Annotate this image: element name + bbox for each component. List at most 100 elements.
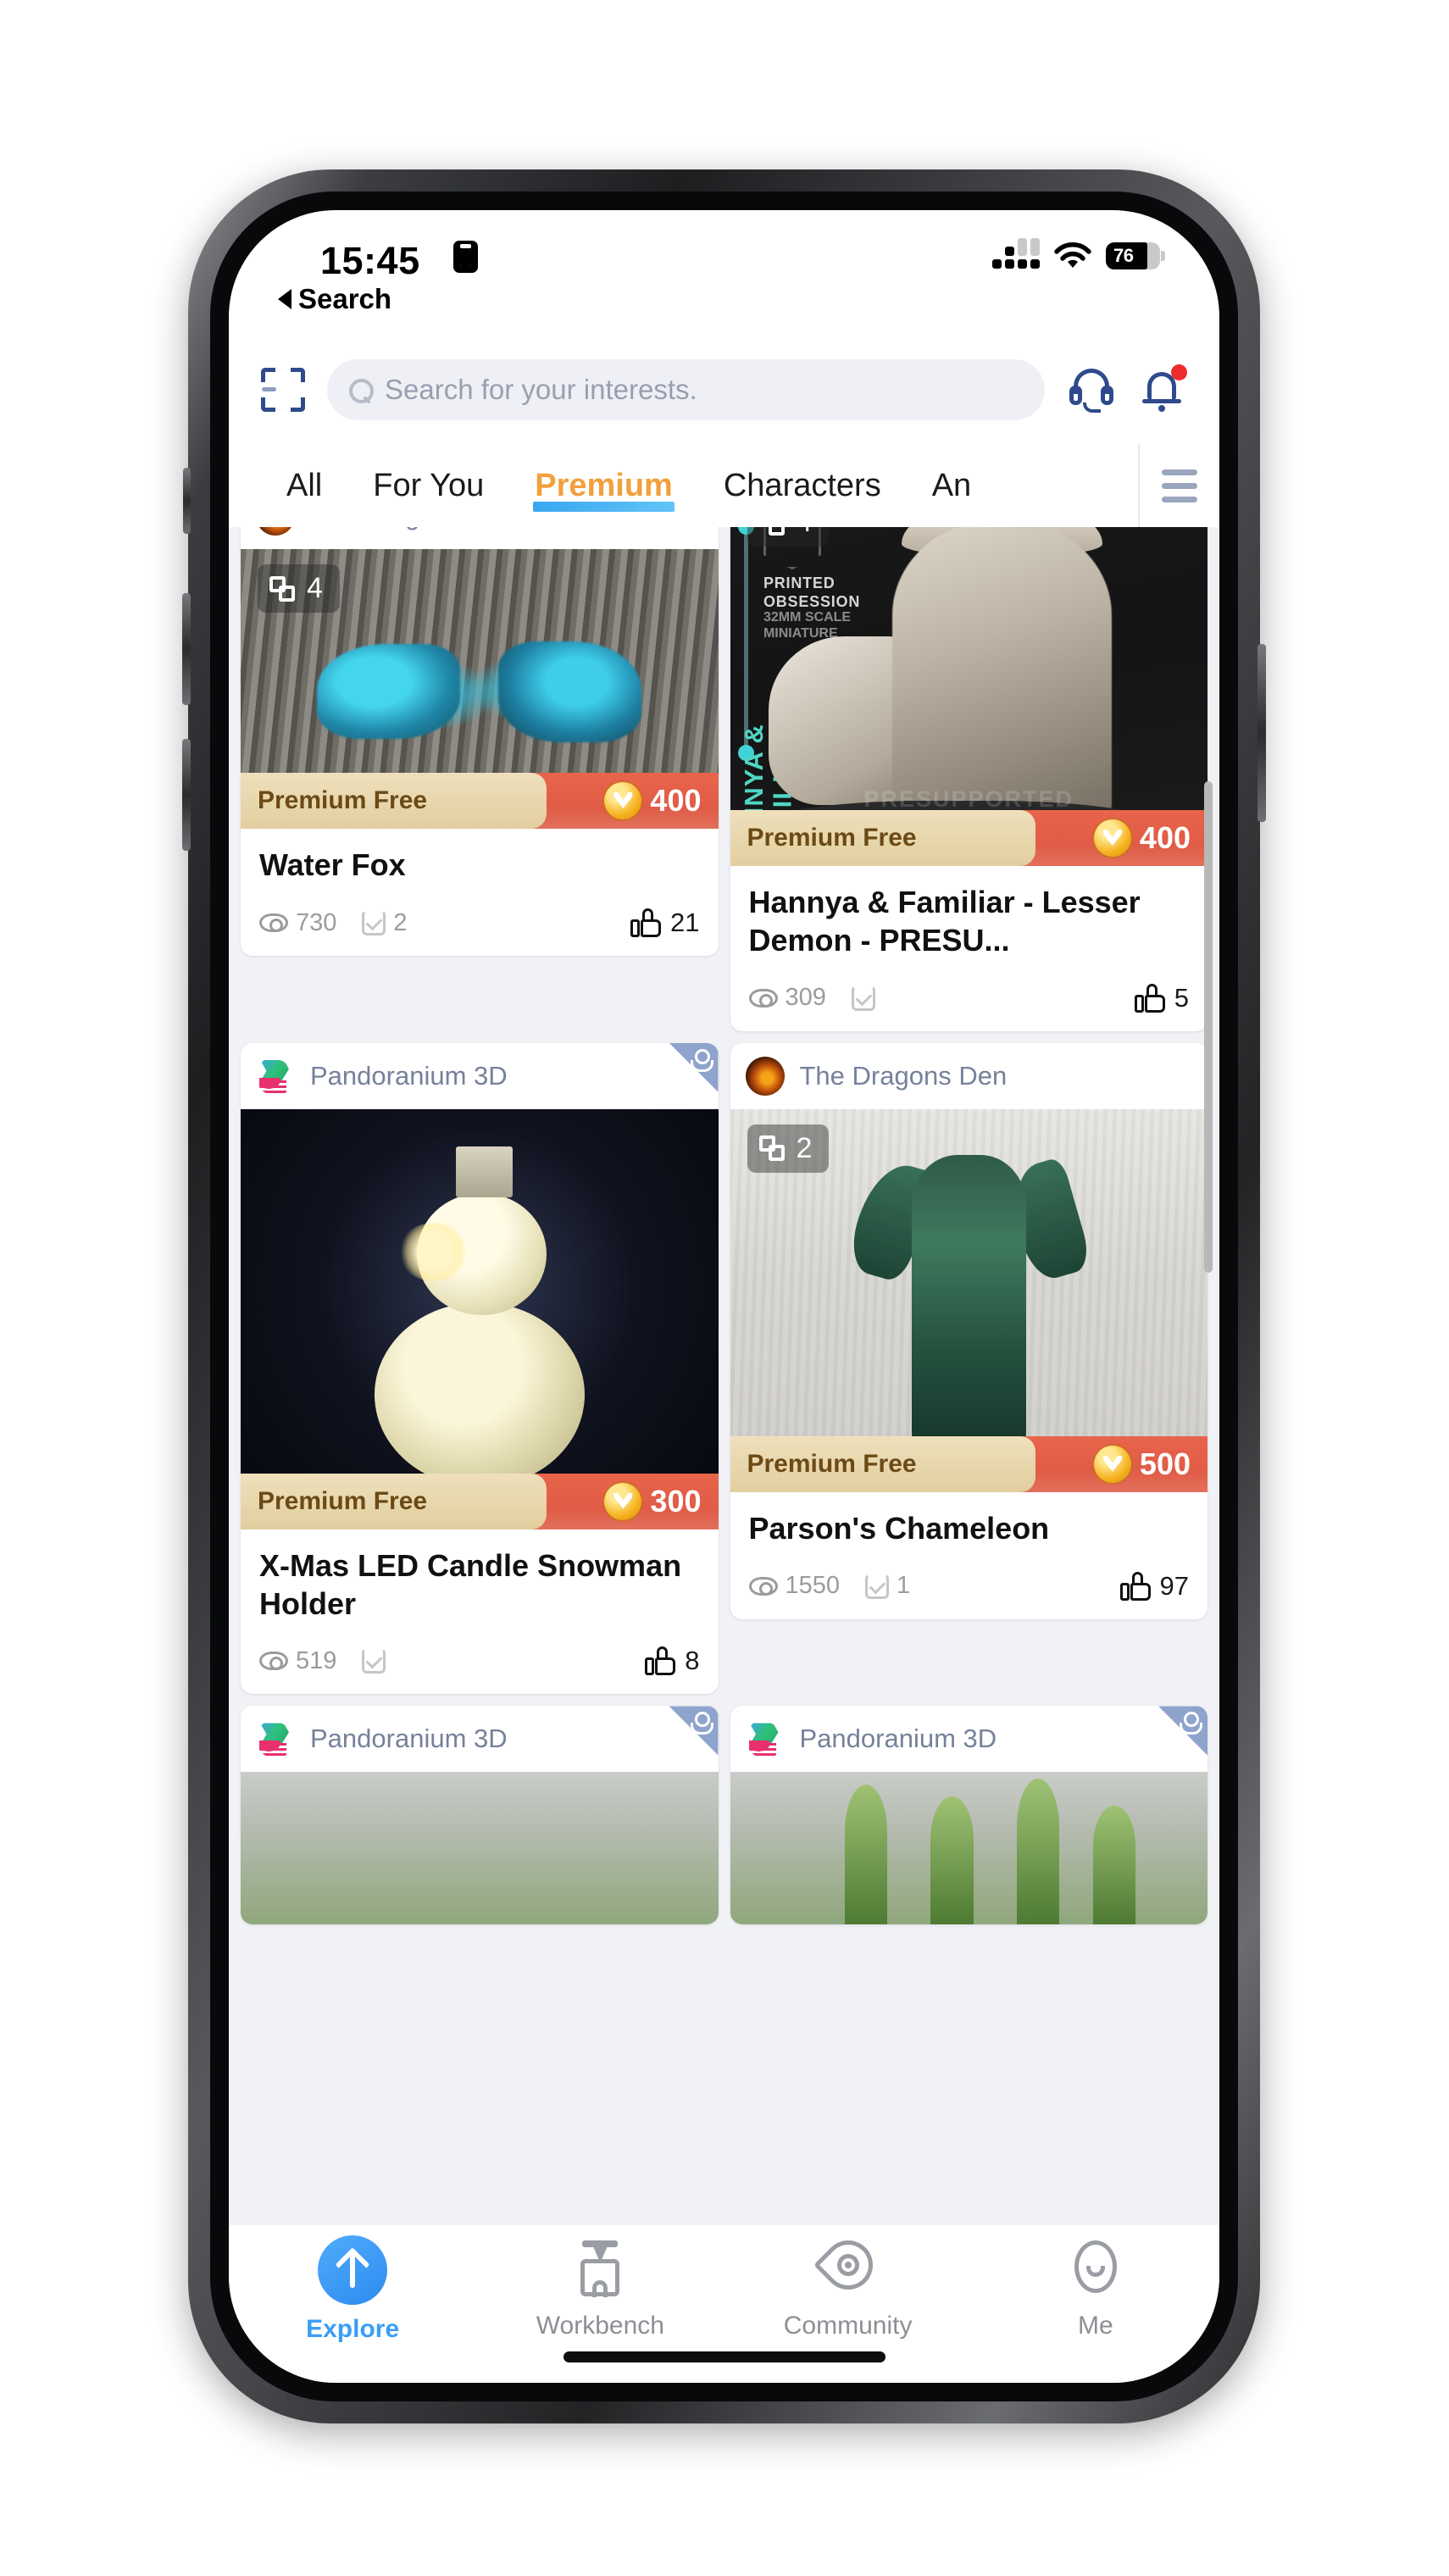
- printer-icon: [567, 2235, 633, 2301]
- phone-device-frame: 15:45 Search 76 Search for your interest…: [182, 169, 1266, 2423]
- premium-badge-label: Premium Free: [258, 1486, 428, 1515]
- card-image[interactable]: 4 Premium Free 400: [241, 549, 719, 829]
- downloads-count: 2: [393, 908, 408, 936]
- card-body: Water Fox 730 2 21: [241, 829, 719, 956]
- power-button[interactable]: [1257, 644, 1266, 822]
- card-body: X-Mas LED Candle Snowman Holder 519 8: [241, 1530, 719, 1695]
- volume-down-button[interactable]: [182, 739, 191, 851]
- bell-icon[interactable]: [1138, 364, 1187, 414]
- location-pin-icon: [813, 2229, 883, 2301]
- app-header: Search for your interests.: [229, 336, 1219, 444]
- tab-all[interactable]: All: [261, 444, 347, 527]
- card-shop-header[interactable]: Pandoranium 3D: [241, 1706, 719, 1772]
- card-shop-header[interactable]: The Dragons Den: [730, 1043, 1208, 1109]
- list-item-snowman[interactable]: Pandoranium 3D Premium Free 300 X-Mas LE…: [241, 1042, 719, 1695]
- like-button[interactable]: 5: [1134, 983, 1189, 1013]
- card-body: Parson's Chameleon 1550 1 97: [730, 1492, 1208, 1619]
- card-image[interactable]: 2 Premium Free 500: [730, 1108, 1208, 1492]
- price-amount: 500: [1139, 1446, 1191, 1481]
- explore-arrow-icon: [318, 2235, 388, 2305]
- home-indicator[interactable]: [563, 2351, 886, 2362]
- card-shop-header[interactable]: Pandoranium 3D: [730, 1706, 1208, 1772]
- list-item-partial-top[interactable]: The Dragons Den 4 Premium Free: [241, 527, 719, 956]
- views-stat: 730: [259, 909, 336, 937]
- card-image[interactable]: [241, 1772, 719, 1925]
- status-bar: 15:45 Search 76: [229, 210, 1219, 336]
- download-icon: [362, 1648, 386, 1674]
- category-tab-scroller[interactable]: All For You Premium Characters An: [229, 444, 1138, 527]
- stacked-images-icon: [269, 575, 295, 602]
- card-stats: 519 8: [259, 1641, 700, 1680]
- price-amount: 400: [650, 783, 702, 818]
- status-indicators: 76: [992, 238, 1165, 269]
- card-image[interactable]: [730, 1772, 1208, 1925]
- downloads-stat: 1: [865, 1572, 910, 1600]
- download-icon: [362, 910, 386, 935]
- phone-screen: 15:45 Search 76 Search for your interest…: [229, 210, 1219, 2383]
- premium-badge-label: Premium Free: [747, 1449, 917, 1478]
- downloads-stat: [362, 1648, 393, 1674]
- silent-switch[interactable]: [183, 468, 191, 534]
- back-to-search-link[interactable]: Search: [278, 283, 391, 315]
- image-count-badge: 4: [747, 527, 830, 547]
- thumbs-up-icon: [645, 1646, 676, 1676]
- verified-creator-icon: [669, 1042, 719, 1092]
- headset-icon[interactable]: [1067, 365, 1116, 414]
- list-item-hannya[interactable]: PRINTED OBSESSION 32MM SCALE MINIATURE HAN…: [730, 527, 1208, 1031]
- nav-item-community[interactable]: Community: [724, 2229, 972, 2340]
- product-title[interactable]: Water Fox: [259, 846, 700, 885]
- views-count: 519: [296, 1646, 337, 1674]
- views-stat: 309: [748, 984, 826, 1012]
- coin-icon: [1093, 1445, 1131, 1483]
- like-button[interactable]: 8: [645, 1646, 700, 1676]
- card-shop-header[interactable]: The Dragons Den: [241, 527, 719, 549]
- image-count: 2: [796, 1131, 813, 1164]
- scan-icon[interactable]: [261, 368, 305, 412]
- volume-up-button[interactable]: [182, 593, 191, 705]
- image-brand-text: PRINTED OBSESSION: [763, 575, 861, 610]
- tab-premium[interactable]: Premium: [509, 444, 698, 527]
- card-image[interactable]: PRINTED OBSESSION 32MM SCALE MINIATURE HAN…: [730, 527, 1208, 866]
- hamburger-menu-icon[interactable]: [1138, 444, 1219, 527]
- cellular-signal-icon: [992, 238, 1040, 269]
- premium-price-strip: Premium Free 500: [730, 1435, 1208, 1492]
- product-title[interactable]: Hannya & Familiar - Lesser Demon - PRESU…: [749, 883, 1190, 960]
- nav-label-community: Community: [783, 2312, 913, 2340]
- eye-icon: [748, 1576, 778, 1596]
- search-placeholder: Search for your interests.: [385, 374, 697, 405]
- premium-price-strip: Premium Free 400: [241, 773, 719, 829]
- contact-card-icon: [453, 241, 478, 273]
- nav-item-workbench[interactable]: Workbench: [476, 2235, 724, 2340]
- wifi-icon: [1054, 242, 1091, 268]
- tab-characters[interactable]: Characters: [698, 444, 907, 527]
- list-item-chameleon[interactable]: The Dragons Den 2 Premium Free 500 Parso…: [730, 1042, 1208, 1619]
- downloads-stat: [851, 985, 883, 1011]
- like-button[interactable]: 21: [630, 908, 700, 938]
- list-item-partial-bottom-right[interactable]: Pandoranium 3D: [730, 1706, 1208, 1925]
- list-item-partial-bottom-left[interactable]: Pandoranium 3D: [241, 1706, 719, 1925]
- verified-creator-icon: [669, 1706, 719, 1756]
- views-count: 1550: [785, 1572, 841, 1600]
- search-input[interactable]: Search for your interests.: [327, 359, 1045, 420]
- nav-item-explore[interactable]: Explore: [229, 2235, 476, 2344]
- avatar: [256, 1056, 295, 1096]
- tab-animals[interactable]: An: [907, 444, 997, 527]
- like-button[interactable]: 97: [1119, 1571, 1189, 1602]
- product-title[interactable]: X-Mas LED Candle Snowman Holder: [259, 1546, 700, 1624]
- tab-for-you[interactable]: For You: [347, 444, 509, 527]
- phone-bezel: 15:45 Search 76 Search for your interest…: [210, 192, 1238, 2401]
- coin-icon: [604, 1482, 642, 1520]
- coin-icon: [604, 782, 642, 819]
- card-shop-header[interactable]: Pandoranium 3D: [241, 1042, 719, 1109]
- product-feed[interactable]: The Dragons Den 4 Premium Free: [229, 527, 1219, 2225]
- avatar: [745, 1719, 785, 1759]
- likes-count: 21: [670, 908, 700, 937]
- card-image[interactable]: Premium Free 300: [241, 1108, 719, 1530]
- product-title[interactable]: Parson's Chameleon: [749, 1509, 1190, 1548]
- nav-item-me[interactable]: Me: [972, 2235, 1219, 2340]
- avatar: [256, 527, 295, 536]
- feed-scrollbar[interactable]: [1204, 781, 1213, 1273]
- profile-face-icon: [1063, 2235, 1129, 2301]
- avatar: [256, 1719, 295, 1759]
- image-count: 4: [797, 527, 813, 539]
